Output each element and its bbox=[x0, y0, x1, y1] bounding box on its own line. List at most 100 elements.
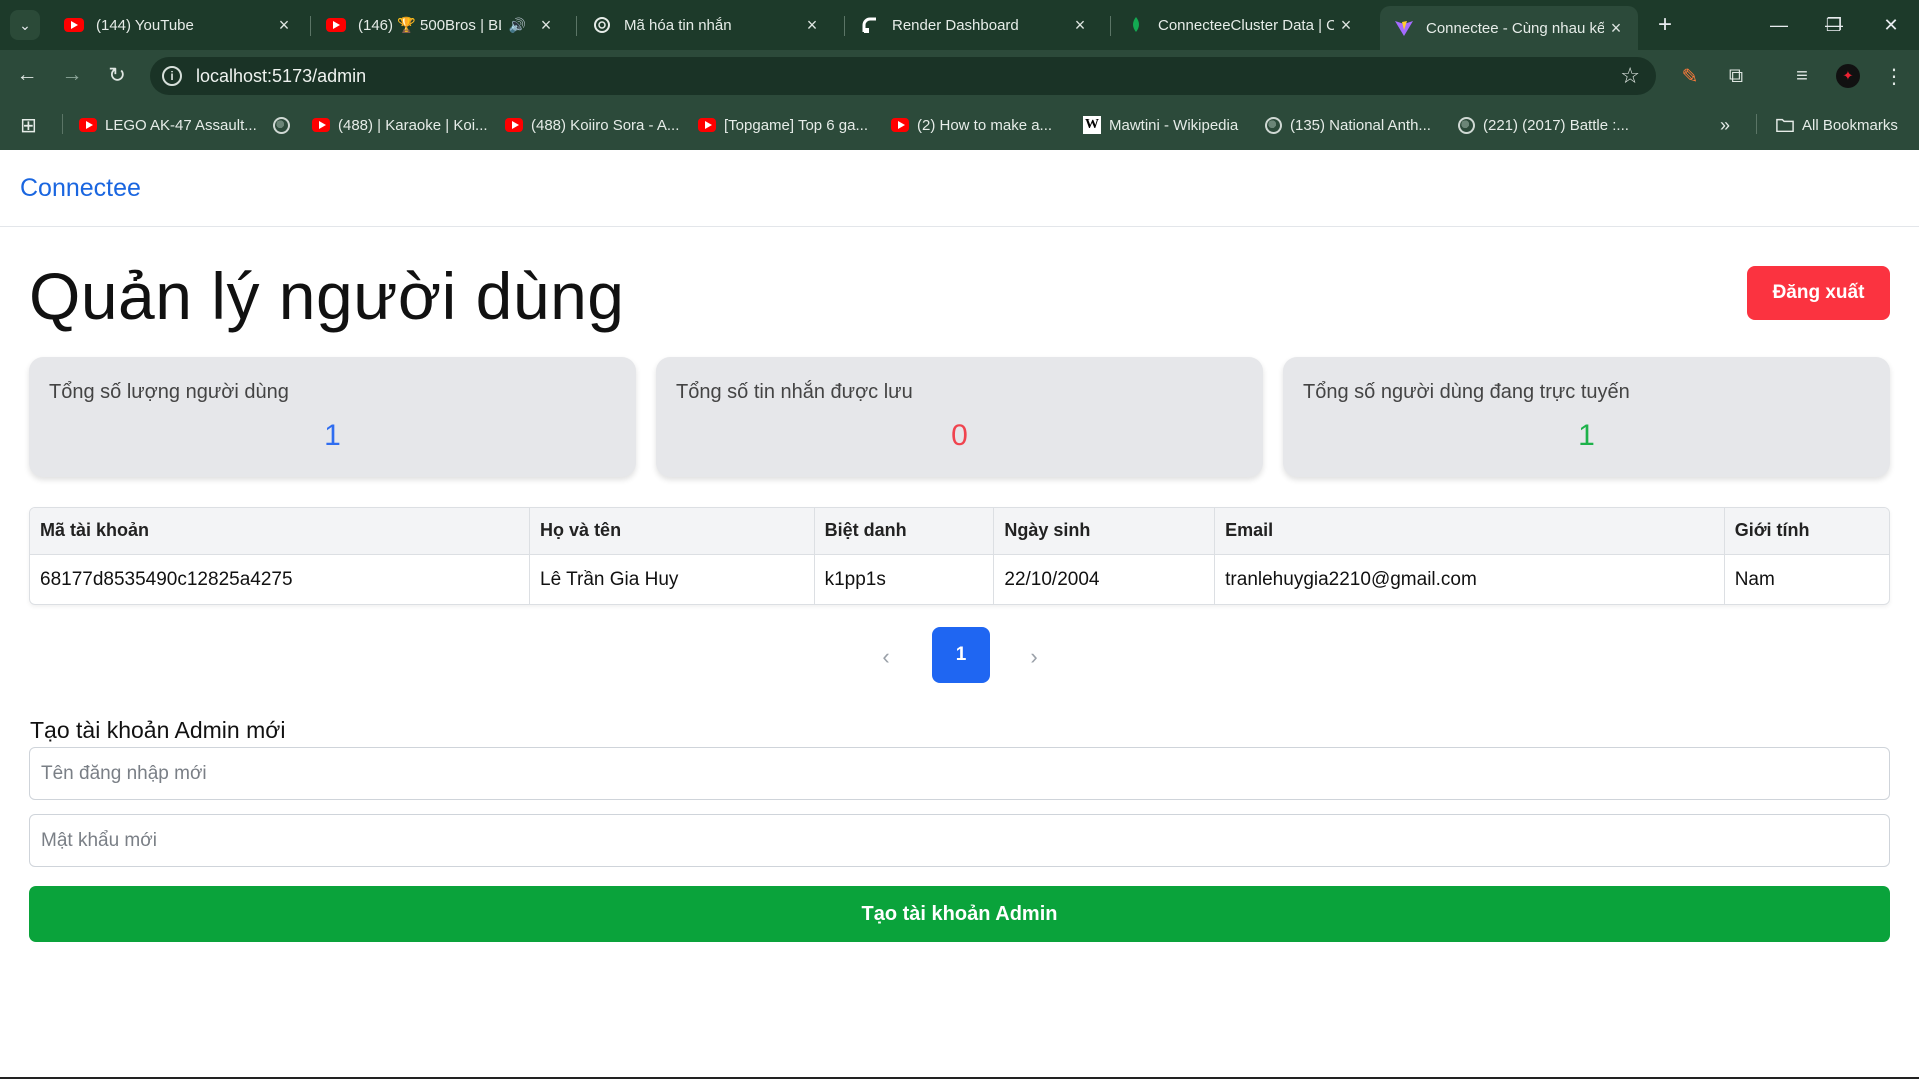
column-header-nickname[interactable]: Biệt danh bbox=[814, 508, 995, 555]
tab-title: (146) 🏆 500Bros | BLA bbox=[358, 17, 501, 34]
bookmark-item[interactable]: LEGO AK-47 Assault... bbox=[79, 114, 257, 136]
cell-full-name: Lê Trần Gia Huy bbox=[529, 554, 815, 604]
column-header-account-id[interactable]: Mã tài khoản bbox=[30, 508, 531, 555]
column-header-gender[interactable]: Giới tính bbox=[1724, 508, 1889, 555]
speaker-icon[interactable]: 🔊 bbox=[509, 17, 526, 34]
bookmark-item[interactable]: (221) (2017) Battle :... bbox=[1457, 114, 1629, 136]
youtube-icon bbox=[505, 116, 523, 134]
users-table: Mã tài khoản Họ và tên Biệt danh Ngày si… bbox=[29, 507, 1890, 605]
tab-search-chevron-icon[interactable]: ⌄ bbox=[10, 10, 40, 40]
bookmark-label: LEGO AK-47 Assault... bbox=[105, 116, 257, 134]
browser-menu-icon[interactable]: ⋮ bbox=[1880, 62, 1908, 90]
more-bookmarks-chevron-icon[interactable]: » bbox=[1720, 114, 1730, 136]
tab-title: (144) YouTube bbox=[96, 16, 194, 34]
browser-tab[interactable]: (146) 🏆 500Bros | BLA 🔊 × bbox=[312, 8, 568, 42]
browser-tab[interactable]: Mã hóa tin nhắn × bbox=[578, 8, 834, 42]
close-tab-icon[interactable]: × bbox=[1068, 15, 1092, 36]
bookmark-label: (2) How to make a... bbox=[917, 116, 1053, 134]
openai-icon bbox=[592, 15, 612, 35]
reload-icon[interactable]: ↻ bbox=[102, 60, 132, 90]
forward-arrow-icon[interactable]: → bbox=[57, 60, 87, 90]
globe-icon bbox=[272, 116, 290, 134]
bookmark-item[interactable] bbox=[272, 114, 298, 136]
stat-label: Tổng số tin nhắn được lưu bbox=[676, 381, 913, 403]
bookmark-item[interactable]: (135) National Anth... bbox=[1264, 114, 1431, 136]
stat-label: Tổng số lượng người dùng bbox=[49, 381, 289, 403]
logout-button[interactable]: Đăng xuất bbox=[1747, 266, 1890, 320]
browser-tab[interactable]: ConnecteeCluster Data | Cl × bbox=[1112, 8, 1368, 42]
bookmark-star-icon[interactable]: ☆ bbox=[1620, 63, 1640, 89]
extensions-puzzle-icon[interactable]: ⧉ bbox=[1722, 62, 1750, 90]
close-tab-icon[interactable]: × bbox=[272, 15, 296, 36]
bookmark-item[interactable]: (488) Koiiro Sora - A... bbox=[505, 114, 679, 136]
pagination-page-button[interactable]: 1 bbox=[932, 627, 990, 683]
media-queue-icon[interactable]: ≡ bbox=[1788, 62, 1816, 90]
app-navbar: Connectee bbox=[0, 150, 1919, 227]
all-bookmarks-label: All Bookmarks bbox=[1802, 116, 1898, 134]
wikipedia-icon: W bbox=[1083, 116, 1101, 134]
tab-divider bbox=[844, 16, 845, 36]
create-admin-button[interactable]: Tạo tài khoản Admin bbox=[29, 886, 1890, 942]
browser-tab[interactable]: Render Dashboard × bbox=[846, 8, 1102, 42]
youtube-icon bbox=[698, 116, 716, 134]
bookmark-label: (488) | Karaoke | Koi... bbox=[338, 116, 488, 134]
table-header-row: Mã tài khoản Họ và tên Biệt danh Ngày si… bbox=[30, 508, 1889, 555]
pagination-next-icon[interactable]: › bbox=[1019, 642, 1049, 672]
bookmark-item[interactable]: (488) | Karaoke | Koi... bbox=[312, 114, 488, 136]
stat-card-total-users: Tổng số lượng người dùng 1 bbox=[29, 357, 636, 477]
stat-label: Tổng số người dùng đang trực tuyến bbox=[1303, 381, 1630, 403]
column-header-full-name[interactable]: Họ và tên bbox=[529, 508, 815, 555]
globe-icon bbox=[1264, 116, 1282, 134]
apps-grid-icon[interactable]: ⊞ bbox=[20, 114, 37, 137]
column-header-email[interactable]: Email bbox=[1214, 508, 1725, 555]
bookmark-label: [Topgame] Top 6 ga... bbox=[724, 116, 868, 134]
youtube-icon bbox=[79, 116, 97, 134]
browser-tab[interactable]: (144) YouTube × bbox=[50, 8, 306, 42]
bookmark-label: (221) (2017) Battle :... bbox=[1483, 116, 1629, 134]
cell-gender: Nam bbox=[1734, 568, 1775, 590]
browser-toolbar: ← → ↻ i localhost:5173/admin ☆ ✎ ⧉ ≡ ✦ ⋮ bbox=[0, 50, 1919, 100]
cell-nickname: k1pp1s bbox=[814, 554, 995, 604]
all-bookmarks-button[interactable]: All Bookmarks bbox=[1776, 114, 1898, 136]
bookmark-label: (488) Koiiro Sora - A... bbox=[531, 116, 680, 134]
column-header-birthdate[interactable]: Ngày sinh bbox=[993, 508, 1216, 555]
close-tab-icon[interactable]: × bbox=[1604, 18, 1628, 39]
bookmark-item[interactable]: (2) How to make a... bbox=[891, 114, 1052, 136]
bookmark-item[interactable]: W Mawtini - Wikipedia bbox=[1083, 114, 1238, 136]
bookmark-label: (135) National Anth... bbox=[1290, 116, 1431, 134]
browser-tab-active[interactable]: Connectee - Cùng nhau kế × bbox=[1380, 6, 1638, 50]
stat-value: 1 bbox=[324, 419, 341, 452]
youtube-icon bbox=[326, 15, 346, 35]
cell-account-id: 68177d8535490c12825a4275 bbox=[30, 554, 531, 604]
close-tab-icon[interactable]: × bbox=[534, 15, 558, 36]
extension-pen-icon[interactable]: ✎ bbox=[1676, 62, 1704, 90]
profile-avatar-icon[interactable]: ✦ bbox=[1834, 62, 1862, 90]
youtube-icon bbox=[891, 116, 909, 134]
table-row[interactable]: 68177d8535490c12825a4275 Lê Trần Gia Huy… bbox=[30, 554, 1889, 604]
close-tab-icon[interactable]: × bbox=[800, 15, 824, 36]
tab-title: Render Dashboard bbox=[892, 16, 1019, 34]
address-bar[interactable]: i localhost:5173/admin ☆ bbox=[150, 57, 1656, 95]
close-tab-icon[interactable]: × bbox=[1334, 15, 1358, 36]
minimize-window-icon[interactable]: — bbox=[1756, 8, 1802, 42]
vite-icon bbox=[1394, 18, 1414, 38]
new-password-input[interactable] bbox=[29, 814, 1890, 867]
new-username-input[interactable] bbox=[29, 747, 1890, 800]
youtube-icon bbox=[312, 116, 330, 134]
stat-value: 1 bbox=[1578, 419, 1595, 452]
bookmark-item[interactable]: [Topgame] Top 6 ga... bbox=[698, 114, 868, 136]
close-window-icon[interactable]: ✕ bbox=[1868, 8, 1914, 42]
tab-divider bbox=[1110, 16, 1111, 36]
pagination-prev-icon[interactable]: ‹ bbox=[871, 642, 901, 672]
restore-window-icon[interactable]: ❐ bbox=[1811, 8, 1857, 42]
new-tab-plus-icon[interactable]: + bbox=[1650, 10, 1680, 40]
url-text[interactable]: localhost:5173/admin bbox=[196, 66, 366, 87]
brand-logo-link[interactable]: Connectee bbox=[20, 174, 141, 203]
back-arrow-icon[interactable]: ← bbox=[12, 60, 42, 90]
mongodb-leaf-icon bbox=[1126, 15, 1146, 35]
stat-value: 0 bbox=[951, 419, 968, 452]
bookmark-divider bbox=[62, 114, 63, 134]
site-info-icon[interactable]: i bbox=[162, 66, 182, 86]
stat-card-total-messages: Tổng số tin nhắn được lưu 0 bbox=[656, 357, 1263, 477]
youtube-icon bbox=[64, 15, 84, 35]
